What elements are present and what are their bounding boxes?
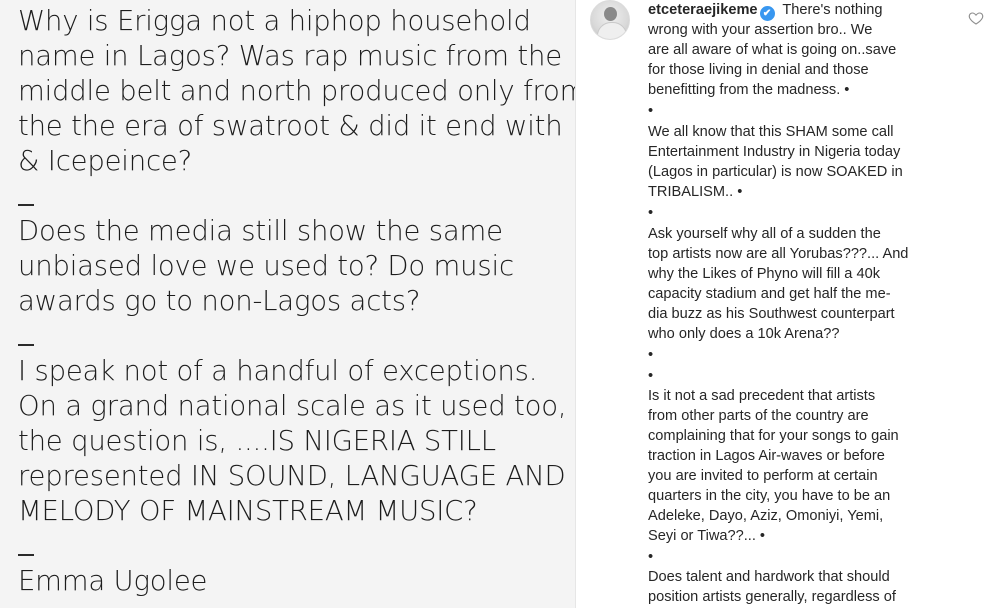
- post-text-line: represented IN SOUND, LANGUAGE AND: [18, 460, 566, 492]
- comment-bullet: •: [648, 205, 654, 221]
- post-text-line: Does the media still show the same: [18, 215, 503, 247]
- comment-line: you are invited to perform at certain: [648, 468, 878, 484]
- comment-line: for those living in denial and those: [648, 62, 869, 78]
- post-author: Emma Ugolee: [18, 565, 208, 597]
- post-text-line: awards go to non-Lagos acts?: [18, 285, 421, 317]
- comment-bullet: •: [648, 103, 654, 119]
- comment-line: (Lagos in particular) is now SOAKED in: [648, 164, 903, 180]
- avatar-body-shape: [597, 22, 627, 39]
- comment-line: Is it not a sad precedent that artists: [648, 388, 876, 404]
- post-text-line: the question is, ....IS NIGERIA STILL: [18, 425, 496, 457]
- comment-line: benefitting from the madness. •: [648, 82, 850, 98]
- comment-line: who only does a 10k Arena??: [648, 326, 840, 342]
- comment-line: from other parts of the country are: [648, 408, 869, 424]
- avatar[interactable]: [590, 0, 630, 40]
- post-text-line: unbiased love we used to? Do music: [18, 250, 514, 282]
- comment-line: are all aware of what is going on..save: [648, 42, 897, 58]
- avatar-head-shape: [604, 7, 617, 21]
- comment-line: We all know that this SHAM some call: [648, 124, 894, 140]
- separator-dash: [18, 204, 34, 206]
- heart-outline-icon[interactable]: [968, 10, 984, 26]
- comment-line: dia buzz as his Southwest counterpart: [648, 306, 895, 322]
- post-text-line: the the era of swatroot & did it end wit…: [18, 110, 575, 142]
- comment-line: TRIBALISM.. •: [648, 184, 743, 200]
- comment-bullet: •: [648, 368, 654, 384]
- comment-line: complaining that for your songs to gain: [648, 428, 899, 444]
- separator-dash: [18, 554, 34, 556]
- comment-line: wrong with your assertion bro.. We: [648, 22, 873, 38]
- post-text-line: On a grand national scale as it used too…: [18, 390, 567, 422]
- comment-bullet: •: [648, 549, 654, 565]
- comment-text-start: There's nothing: [778, 2, 883, 18]
- comment-line: why the Likes of Phyno will fill a 40k: [648, 266, 880, 282]
- post-text-line: MELODY OF MAINSTREAM MUSIC?: [18, 495, 478, 527]
- comment-username[interactable]: etceteraejikeme: [648, 2, 758, 18]
- post-text-line: & Icepeince?: [18, 145, 193, 177]
- comment-line: capacity stadium and get half the me-: [648, 286, 891, 302]
- post-text-line: name in Lagos? Was rap music from the: [18, 40, 562, 72]
- comment-line: Entertainment Industry in Nigeria today: [648, 144, 901, 160]
- comment-line: top artists now are all Yorubas???... An…: [648, 246, 909, 262]
- comment-line: Adeleke, Dayo, Aziz, Omoniyi, Yemi,: [648, 508, 884, 524]
- post-text-line: I speak not of a handful of exceptions.: [18, 355, 538, 387]
- quoted-post-panel: Why is Erigga not a hiphop household nam…: [0, 0, 575, 608]
- comment-line: traction in Lagos Air-waves or before: [648, 448, 885, 464]
- comment-line: Seyi or Tiwa??... •: [648, 528, 766, 544]
- comment-line: Ask yourself why all of a sudden the: [648, 226, 881, 242]
- comment-panel: etceteraejikeme ✔ There's nothing wrong w…: [576, 0, 1000, 608]
- post-text-line: Why is Erigga not a hiphop household: [18, 5, 531, 37]
- verified-badge-icon: ✔: [759, 6, 775, 21]
- separator-dash: [18, 344, 34, 346]
- comment-line: quarters in the city, you have to be an: [648, 488, 891, 504]
- comment-first-line: etceteraejikeme ✔ There's nothing: [648, 0, 882, 21]
- comment-line: position artists generally, regardless o…: [648, 589, 896, 605]
- comment-bullet: •: [648, 347, 654, 363]
- post-text-line: middle belt and north produced only from: [18, 75, 575, 107]
- comment-line: Does talent and hardwork that should: [648, 569, 890, 585]
